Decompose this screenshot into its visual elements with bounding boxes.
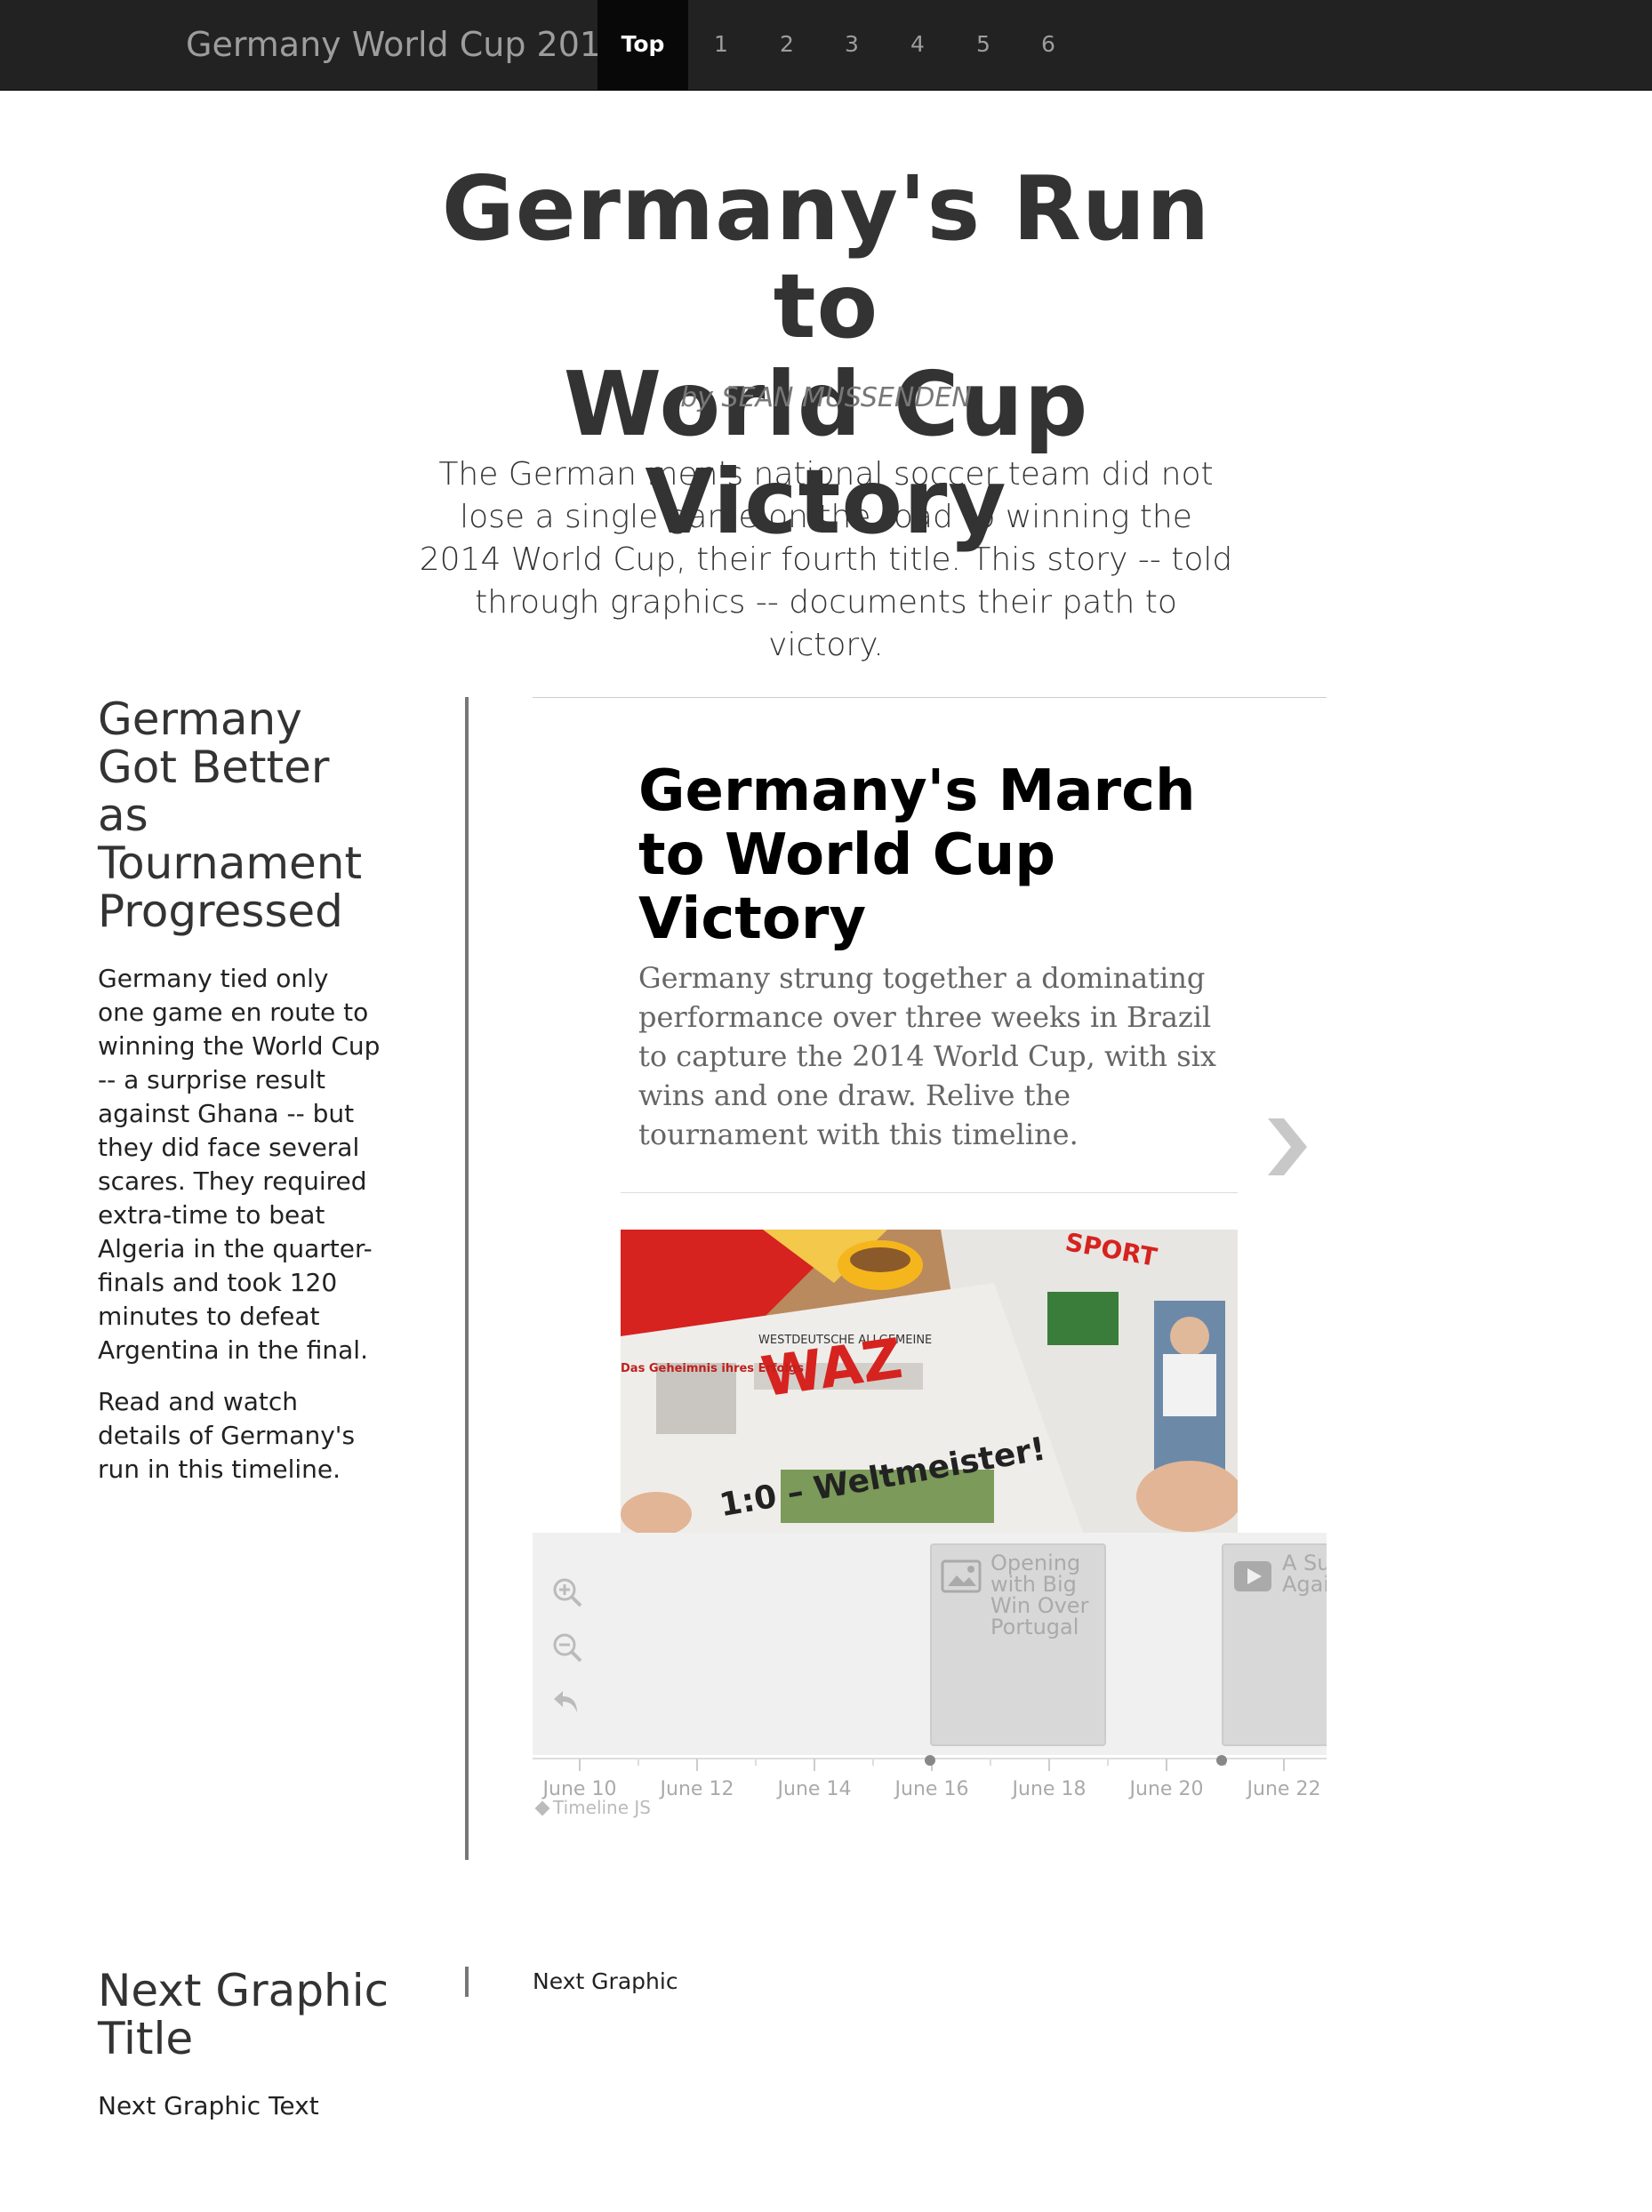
axis-tick-label: June 22: [1247, 1778, 1321, 1800]
next-graphic-placeholder: Next Graphic: [533, 1968, 678, 1994]
timeline-credit-link[interactable]: Timeline JS: [534, 1797, 651, 1818]
nav-item-3[interactable]: 3: [829, 0, 875, 90]
axis-tick-label: June 12: [660, 1778, 734, 1800]
axis-tick-label: June 14: [777, 1778, 852, 1800]
video-icon: [1232, 1559, 1273, 1593]
timeline-marker-label: Opening with Big Win Over Portugal: [990, 1551, 1089, 1639]
timeline-top-rule: [533, 697, 1327, 698]
page-title-line1: Germany's Run to: [441, 156, 1211, 358]
timeline-slide-divider: [621, 1192, 1238, 1193]
top-navbar: Germany World Cup 2014 Top 1 2 3 4 5 6: [0, 0, 1652, 91]
diamond-icon: [534, 1800, 550, 1816]
axis-tick-label: June 20: [1129, 1778, 1204, 1800]
timeline-nav-panel: Opening with Big Win Over Portugal A Su …: [533, 1533, 1327, 1755]
byline: by SEAN MUSSENDEN: [680, 382, 972, 413]
timeline-credit-label: Timeline JS: [553, 1797, 651, 1818]
brand-link[interactable]: Germany World Cup 2014: [186, 0, 622, 90]
nav-item-2[interactable]: 2: [764, 0, 810, 90]
photo-side-headline: Das Geheimnis ihres Erfolgs: [621, 1362, 804, 1375]
timeline-slide-photo: WESTDEUTSCHE ALLGEMEINE WAZ Das Geheimni…: [621, 1230, 1238, 1533]
zoom-in-icon[interactable]: [550, 1575, 586, 1611]
timeline-slide-headline: Germany's March to World Cup Victory: [638, 758, 1196, 952]
intro-paragraph: The German men's national soccer team di…: [419, 456, 1233, 663]
timeline-time-axis: June 10 June 12 June 14 June 16 June 18 …: [533, 1755, 1327, 1826]
zoom-out-icon[interactable]: [550, 1631, 586, 1666]
nav-item-4[interactable]: 4: [894, 0, 941, 90]
section-paragraph-timeline-note: Read and watch details of Germany's run …: [98, 1387, 356, 1484]
nav-item-top[interactable]: Top: [597, 0, 688, 90]
timeline-slide-text: Germany strung together a dominating per…: [638, 961, 1216, 1151]
nav-item-5[interactable]: 5: [960, 0, 1006, 90]
image-icon: [941, 1559, 982, 1593]
section-title: Germany Got Better as Tournament Progres…: [98, 693, 363, 937]
section-title: Next Graphic Title: [98, 1965, 389, 2064]
section-paragraph: Next Graphic Text: [98, 2091, 319, 2120]
back-to-start-icon[interactable]: [550, 1684, 586, 1719]
section-paragraph: Germany tied only one game en route to w…: [98, 964, 381, 1365]
section-divider: [465, 697, 469, 1860]
timeline-marker-label: A Su Tie Agai Gha: [1282, 1551, 1327, 1597]
timeline-marker[interactable]: Opening with Big Win Over Portugal: [930, 1543, 1106, 1746]
nav-item-6[interactable]: 6: [1025, 0, 1071, 90]
section-divider: [465, 1967, 469, 1997]
nav-item-1[interactable]: 1: [698, 0, 744, 90]
next-slide-arrow-icon[interactable]: [1261, 1111, 1314, 1182]
axis-tick-label: June 18: [1012, 1778, 1087, 1800]
axis-tick-label: June 16: [894, 1778, 969, 1800]
timeline-marker[interactable]: A Su Tie Agai Gha: [1222, 1543, 1327, 1746]
